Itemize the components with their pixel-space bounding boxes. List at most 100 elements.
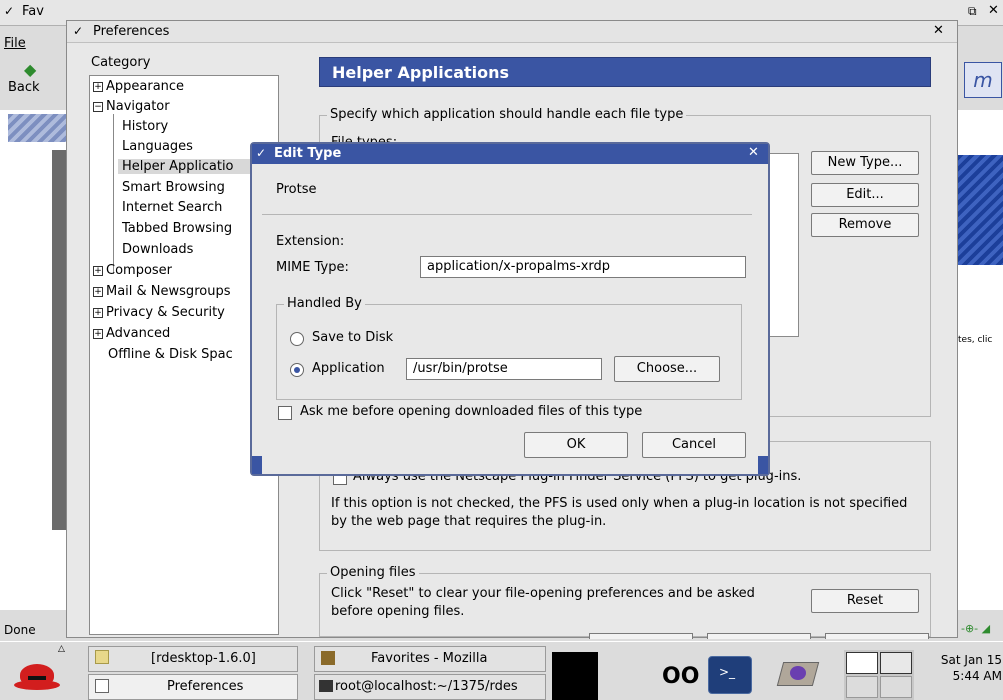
help-button-partial[interactable] <box>825 633 929 639</box>
close-icon[interactable]: ✕ <box>933 23 944 38</box>
page-text-snippet: tes, clic <box>958 335 993 345</box>
task-label: [rdesktop-1.6.0] <box>151 651 256 666</box>
browser-toolbar: ◆ Back <box>0 58 70 102</box>
separator <box>262 214 752 215</box>
panel-title: Helper Applications <box>319 57 931 87</box>
terminal-icon <box>319 680 333 692</box>
tree-item-advanced[interactable]: + Advanced <box>93 326 170 341</box>
tree-item-appearance[interactable]: + Appearance <box>93 79 184 94</box>
extension-label: Extension: <box>276 234 345 249</box>
edit-button[interactable]: Edit... <box>811 183 919 207</box>
cancel-button-partial[interactable] <box>707 633 811 639</box>
browser-menubar: File <box>0 34 70 54</box>
tree-line <box>113 114 114 274</box>
handled-by-group <box>276 304 742 400</box>
terminal-launcher-icon[interactable]: >_ <box>708 656 752 694</box>
tree-item-composer[interactable]: + Composer <box>93 263 172 278</box>
window-menu-icon[interactable]: ✓ <box>73 24 83 38</box>
system-settings-icon[interactable] <box>774 656 824 694</box>
workspace-switcher[interactable] <box>844 650 914 700</box>
type-name: Protse <box>276 182 317 197</box>
tree-item-tabbed-browsing[interactable]: Tabbed Browsing <box>122 221 232 236</box>
tree-item-label: Appearance <box>106 79 185 94</box>
save-to-disk-label: Save to Disk <box>312 330 394 345</box>
expand-icon[interactable]: + <box>93 266 103 276</box>
opening-files-legend: Opening files <box>327 565 419 580</box>
workspace-pager[interactable] <box>552 652 598 700</box>
tree-item-smart-browsing[interactable]: Smart Browsing <box>122 180 225 195</box>
window-menu-icon[interactable]: ✓ <box>256 146 266 160</box>
tree-item-downloads[interactable]: Downloads <box>122 242 193 257</box>
preferences-title: Preferences <box>93 24 170 39</box>
task-rdesktop[interactable]: [rdesktop-1.6.0] <box>88 646 298 672</box>
tree-item-languages[interactable]: Languages <box>122 139 193 154</box>
dialog-titlebar: ✓ Edit Type ✕ <box>252 144 768 164</box>
back-button[interactable]: ◆ Back <box>0 58 62 102</box>
dialog-title: Edit Type <box>274 146 342 161</box>
expand-icon[interactable]: + <box>93 329 103 339</box>
ask-before-opening-label: Ask me before opening downloaded files o… <box>300 404 643 419</box>
clock[interactable]: Sat Jan 15 5:44 AM <box>918 652 1002 696</box>
tree-item-label: Mail & Newsgroups <box>106 284 231 299</box>
task-preferences[interactable]: Preferences <box>88 674 298 700</box>
ask-before-opening-checkbox[interactable] <box>278 406 292 420</box>
mime-type-input[interactable]: application/x-propalms-xrdp <box>420 256 746 278</box>
mime-type-label: MIME Type: <box>276 260 349 275</box>
close-icon[interactable]: ✕ <box>748 145 759 160</box>
back-label: Back <box>8 80 40 95</box>
new-type-button[interactable]: New Type... <box>811 151 919 175</box>
application-radio[interactable] <box>290 363 304 377</box>
task-terminal[interactable]: root@localhost:~/1375/rdes <box>314 674 546 700</box>
tree-item-label: Advanced <box>106 326 171 341</box>
task-favorites-mozilla[interactable]: Favorites - Mozilla <box>314 646 546 672</box>
tree-item-internet-search[interactable]: Internet Search <box>122 200 222 215</box>
close-icon[interactable]: ✕ <box>988 3 999 18</box>
tree-item-offline-disk-space[interactable]: Offline & Disk Spac <box>108 347 233 362</box>
ok-button[interactable]: OK <box>524 432 628 458</box>
save-to-disk-radio[interactable] <box>290 332 304 346</box>
choose-button[interactable]: Choose... <box>614 356 720 382</box>
tree-item-navigator[interactable]: − Navigator <box>93 99 170 114</box>
clock-date: Sat Jan 15 <box>940 653 1002 667</box>
browser-title: Fav <box>22 4 44 19</box>
tree-item-privacy-security[interactable]: + Privacy & Security <box>93 305 225 320</box>
tree-item-label: Composer <box>106 263 173 278</box>
dialog-corner-accent <box>252 456 262 474</box>
remove-button[interactable]: Remove <box>811 213 919 237</box>
collapse-icon[interactable]: − <box>93 102 103 112</box>
opening-files-description: Click "Reset" to clear your file-opening… <box>331 586 755 619</box>
redhat-menu-icon[interactable]: △ <box>6 644 68 696</box>
application-label: Application <box>312 361 385 376</box>
tree-item-history[interactable]: History <box>122 119 168 134</box>
expand-icon[interactable]: + <box>93 82 103 92</box>
eyes-applet-icon[interactable]: OO <box>662 666 702 688</box>
tree-item-mail-newsgroups[interactable]: + Mail & Newsgroups <box>93 284 230 299</box>
taskbar: △ [rdesktop-1.6.0] Favorites - Mozilla P… <box>0 641 1003 700</box>
tree-item-label: Privacy & Security <box>106 305 225 320</box>
edit-type-dialog: ✓ Edit Type ✕ Protse Extension: MIME Typ… <box>250 142 770 476</box>
expand-icon[interactable]: + <box>93 308 103 318</box>
handled-by-legend: Handled By <box>284 296 365 311</box>
task-label: root@localhost:~/1375/rdes <box>335 679 518 694</box>
ok-button-partial[interactable] <box>589 633 693 639</box>
specify-legend: Specify which application should handle … <box>327 107 687 122</box>
maximize-icon[interactable]: ⧉ <box>968 4 977 19</box>
back-arrow-icon: ◆ <box>24 60 37 79</box>
decorative-stripe <box>8 114 68 142</box>
preferences-titlebar: ✓ Preferences ✕ <box>67 21 957 43</box>
pfs-description: If this option is not checked, the PFS i… <box>331 496 908 529</box>
tree-item-label: Navigator <box>106 99 170 114</box>
decorative-stripe-right <box>958 155 1003 265</box>
task-label: Preferences <box>167 679 244 694</box>
window-menu-icon[interactable]: ✓ <box>4 4 14 18</box>
application-path-input[interactable]: /usr/bin/protse <box>406 358 602 380</box>
expand-icon[interactable]: + <box>93 287 103 297</box>
reset-button[interactable]: Reset <box>811 589 919 613</box>
cancel-button[interactable]: Cancel <box>642 432 746 458</box>
browser-status: Done <box>4 623 36 637</box>
category-label: Category <box>91 55 151 70</box>
task-label: Favorites - Mozilla <box>371 651 488 666</box>
dialog-corner-accent <box>758 456 768 474</box>
folder-icon <box>95 650 109 664</box>
menu-file[interactable]: File <box>4 36 26 51</box>
